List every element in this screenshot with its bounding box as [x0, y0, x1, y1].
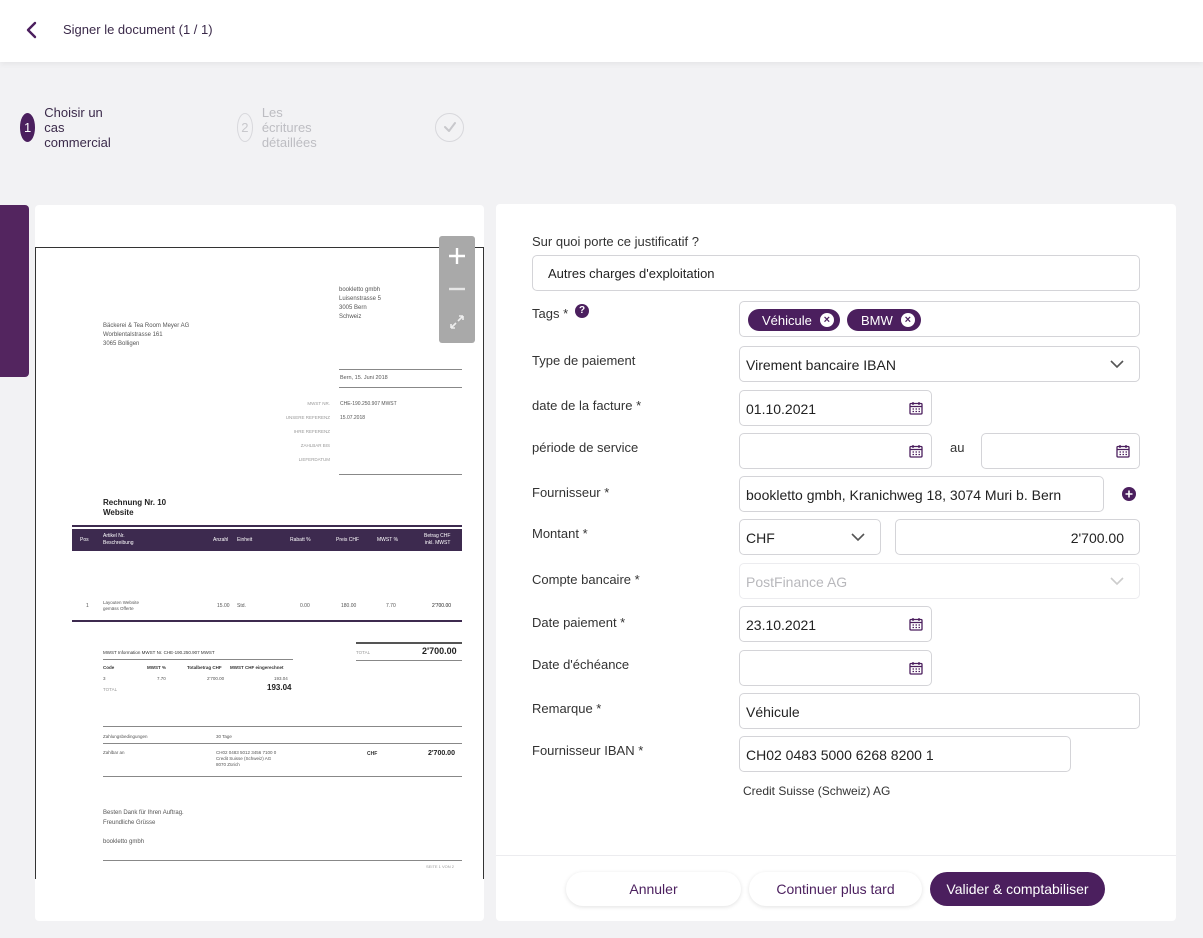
- zoom-controls: [439, 236, 475, 343]
- amount-input[interactable]: 2'700.00: [895, 519, 1140, 555]
- payable-details: CH02 0483 5012 3456 7100 0 Credit Suisse…: [216, 750, 277, 767]
- payment-date-input[interactable]: 23.10.2021: [739, 606, 932, 642]
- service-period-to-input[interactable]: [981, 433, 1140, 469]
- total-label: TOTAL: [356, 650, 371, 655]
- amount-label: Montant *: [532, 526, 588, 541]
- step-3[interactable]: [435, 112, 464, 142]
- closing-text: Besten Dank für Ihren Auftrag. Freundlic…: [103, 810, 184, 826]
- top-bar: Signer le document (1 / 1): [0, 0, 1203, 62]
- tag-chip-vehicule: Véhicule ×: [748, 309, 840, 331]
- continue-later-button[interactable]: Continuer plus tard: [749, 872, 922, 906]
- step-2[interactable]: 2 Les écritures détaillées: [237, 105, 330, 150]
- calendar-icon[interactable]: [909, 444, 923, 458]
- subject-label: Sur quoi porte ce justificatif ?: [532, 234, 699, 249]
- meta-values: CHE-190.250.907 MWST 15.07.2018: [340, 401, 397, 421]
- step-2-label: Les écritures détaillées: [261, 104, 317, 150]
- supplier-input[interactable]: bookletto gmbh, Kranichweg 18, 3074 Muri…: [739, 476, 1104, 512]
- tags-label: Tags *: [532, 306, 569, 321]
- payment-date-value: 23.10.2021: [746, 617, 817, 633]
- payment-type-label: Type de paiement: [532, 353, 636, 368]
- tag-label: BMW: [861, 312, 893, 328]
- zoom-in-icon[interactable]: [439, 240, 475, 272]
- iban-value: CH02 0483 5000 6268 8200 1: [746, 747, 934, 763]
- tag-chip-bmw: BMW ×: [847, 309, 921, 331]
- remove-tag-icon[interactable]: ×: [819, 313, 834, 327]
- meta-labels: MWST NR. UNSERE REFERENZ IHRE REFERENZ Z…: [285, 401, 330, 462]
- invoice-date-value: 01.10.2021: [746, 401, 817, 417]
- payment-type-select[interactable]: Virement bancaire IBAN: [739, 346, 1140, 382]
- payable-label: Zahlbar an: [103, 750, 125, 755]
- due-date-input[interactable]: [739, 650, 932, 686]
- footer-divider: [496, 855, 1176, 856]
- checkmark-icon: [435, 112, 464, 142]
- supplier-value: bookletto gmbh, Kranichweg 18, 3074 Muri…: [746, 487, 1062, 503]
- bank-account-label: Compte bancaire *: [532, 572, 640, 587]
- total-value: 2'700.00: [422, 646, 457, 656]
- sender-address: bookletto gmbh Luisenstrasse 5 3005 Bern…: [339, 287, 382, 320]
- service-period-from-input[interactable]: [739, 433, 932, 469]
- invoice-date-input[interactable]: 01.10.2021: [739, 390, 932, 426]
- side-drawer-tab[interactable]: [0, 205, 29, 377]
- validate-button[interactable]: Valider & comptabiliser: [930, 872, 1105, 906]
- step-2-number: 2: [237, 112, 253, 142]
- invoice-date: Bern, 15. Juni 2018: [340, 375, 388, 381]
- payment-date-label: Date paiement *: [532, 615, 626, 630]
- add-supplier-icon[interactable]: [1122, 487, 1136, 501]
- iban-input[interactable]: CH02 0483 5000 6268 8200 1: [739, 736, 1071, 772]
- document-preview: bookletto gmbh Luisenstrasse 5 3005 Bern…: [35, 205, 484, 921]
- invoice-page: bookletto gmbh Luisenstrasse 5 3005 Bern…: [35, 247, 484, 879]
- expand-icon[interactable]: [439, 306, 475, 338]
- invoice-title: Rechnung Nr. 10 Website: [103, 498, 167, 517]
- remark-input[interactable]: Véhicule: [739, 693, 1140, 729]
- remark-label: Remarque *: [532, 701, 602, 716]
- payment-type-value: Virement bancaire IBAN: [746, 357, 896, 373]
- bank-account-value: PostFinance AG: [746, 574, 848, 590]
- page-number: SEITE 1 VON 2: [426, 864, 455, 869]
- tag-label: Véhicule: [762, 312, 812, 328]
- supplier-label: Fournisseur *: [532, 485, 610, 500]
- chevron-down-icon: [851, 533, 865, 542]
- calendar-icon[interactable]: [1116, 444, 1130, 458]
- help-icon[interactable]: ?: [575, 304, 589, 318]
- step-1-number: 1: [20, 112, 36, 142]
- service-period-to-label: au: [950, 440, 965, 455]
- currency-select[interactable]: CHF: [739, 519, 881, 555]
- signature-name: bookletto gmbh: [103, 839, 145, 845]
- table-header: Pos Artikel Nr. Beschreibung Anzahl Einh…: [72, 529, 462, 551]
- amount-value: 2'700.00: [1070, 530, 1124, 546]
- invoice-date-label: date de la facture *: [532, 398, 642, 413]
- recipient-address: Bäckerei & Tea Room Meyer AG Worblentals…: [103, 323, 190, 347]
- terms-label: Zahlungsbedingungen: [103, 734, 148, 739]
- due-date-label: Date d'échéance: [532, 657, 630, 672]
- terms-value: 30 Tage: [216, 734, 232, 739]
- cancel-button[interactable]: Annuler: [566, 872, 741, 906]
- chevron-down-icon: [1110, 360, 1124, 369]
- service-period-label: période de service: [532, 440, 639, 455]
- bank-account-select[interactable]: PostFinance AG: [739, 563, 1140, 599]
- remove-tag-icon[interactable]: ×: [900, 313, 915, 327]
- currency-value: CHF: [746, 530, 775, 546]
- iban-bank-name: Credit Suisse (Schweiz) AG: [743, 784, 891, 798]
- iban-label: Fournisseur IBAN *: [532, 743, 644, 758]
- back-arrow-icon[interactable]: [22, 20, 42, 40]
- vat-info-title: MWST Information MWST Nr. CHE-190.250.90…: [103, 650, 215, 655]
- tags-input[interactable]: Véhicule × BMW ×: [739, 301, 1140, 337]
- subject-value: Autres charges d'exploitation: [548, 266, 715, 281]
- step-1[interactable]: 1 Choisir un cas commercial: [20, 105, 124, 150]
- form-panel: Sur quoi porte ce justificatif ? Autres …: [496, 204, 1176, 921]
- calendar-icon[interactable]: [909, 401, 923, 415]
- remark-value: Véhicule: [746, 704, 800, 720]
- calendar-icon[interactable]: [909, 661, 923, 675]
- zoom-out-icon[interactable]: [439, 273, 475, 305]
- payable-currency: CHF: [367, 751, 378, 757]
- page-title: Signer le document (1 / 1): [63, 22, 213, 37]
- chevron-down-icon: [1110, 577, 1124, 586]
- calendar-icon[interactable]: [909, 617, 923, 631]
- payable-amount: 2'700.00: [428, 750, 455, 757]
- step-1-label: Choisir un cas commercial: [44, 104, 111, 150]
- subject-select[interactable]: Autres charges d'exploitation: [532, 255, 1140, 291]
